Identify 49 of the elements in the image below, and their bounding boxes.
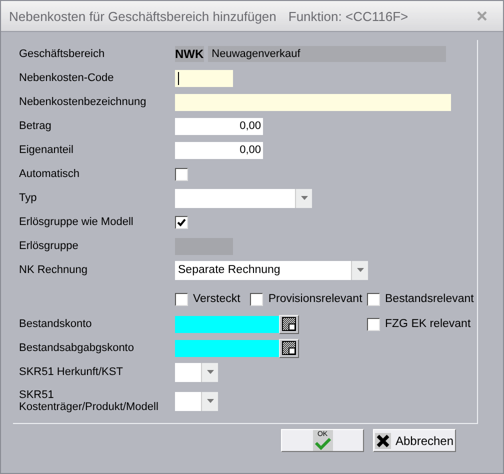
field-label: Erlösgruppe wie Modell <box>19 216 134 228</box>
caret-icon <box>356 268 364 272</box>
checkbox-label: FZG EK relevant <box>385 318 471 330</box>
checkbox[interactable] <box>367 318 380 330</box>
field-label: Automatisch <box>19 168 81 180</box>
checkbox[interactable] <box>175 216 188 228</box>
dropdown[interactable] <box>175 362 218 382</box>
checkbox-label: Bestandsrelevant <box>385 293 474 305</box>
dropdown[interactable] <box>175 188 312 208</box>
checkbox-label: Provisionsrelevant <box>268 293 362 305</box>
checkbox[interactable] <box>175 292 188 306</box>
field-label: NK Rechnung <box>19 264 88 276</box>
grid-icon <box>282 341 296 355</box>
field-label: Eigenanteil <box>19 144 74 156</box>
lookup-button[interactable] <box>279 338 299 358</box>
field-label: Bestandskonto <box>19 318 93 330</box>
input-field[interactable]: 0,00 <box>175 142 263 158</box>
caret-icon <box>300 196 308 200</box>
cancel-button[interactable]: Abbrechen <box>373 429 456 452</box>
field-label: Bestandsabgabgskonto <box>19 342 135 354</box>
input-field[interactable]: 0,00 <box>175 118 263 134</box>
window-title: Nebenkosten für Geschäftsbereich hinzufügen <box>9 8 276 24</box>
checkbox[interactable] <box>367 292 380 306</box>
value-display: Neuwagenverkauf <box>208 46 446 62</box>
field-label: Betrag <box>19 120 52 132</box>
checkbox-label: Versteckt <box>193 293 240 305</box>
close-x-icon <box>375 432 392 448</box>
checkbox[interactable] <box>175 168 188 180</box>
grid-icon <box>282 317 296 331</box>
dropdown[interactable] <box>175 392 218 410</box>
field-label: Geschäftsbereich <box>19 48 106 60</box>
lookup-button[interactable] <box>279 314 299 334</box>
field-label: Nebenkostenbezeichnung <box>19 96 148 108</box>
field-label: Nebenkosten-Code <box>19 72 115 84</box>
account-field[interactable] <box>175 340 279 356</box>
checkbox[interactable] <box>250 292 264 306</box>
dropdown[interactable]: Separate Rechnung <box>175 260 368 280</box>
caret-icon <box>206 370 214 374</box>
close-icon[interactable] <box>477 11 487 21</box>
input-field[interactable] <box>175 70 233 86</box>
account-field[interactable] <box>175 316 279 332</box>
field-label: SKR51 Herkunft/KST <box>19 366 124 378</box>
field-label: Typ <box>19 192 38 204</box>
field-label: Erlösgruppe <box>19 240 80 252</box>
field-label: SKR51 Kostenträger/Produkt/Modell <box>19 389 160 413</box>
input-field[interactable] <box>175 94 451 110</box>
code-display: NWK <box>175 46 204 62</box>
caret-icon <box>206 399 214 403</box>
function-code: Funktion: <CC116F> <box>288 8 408 24</box>
